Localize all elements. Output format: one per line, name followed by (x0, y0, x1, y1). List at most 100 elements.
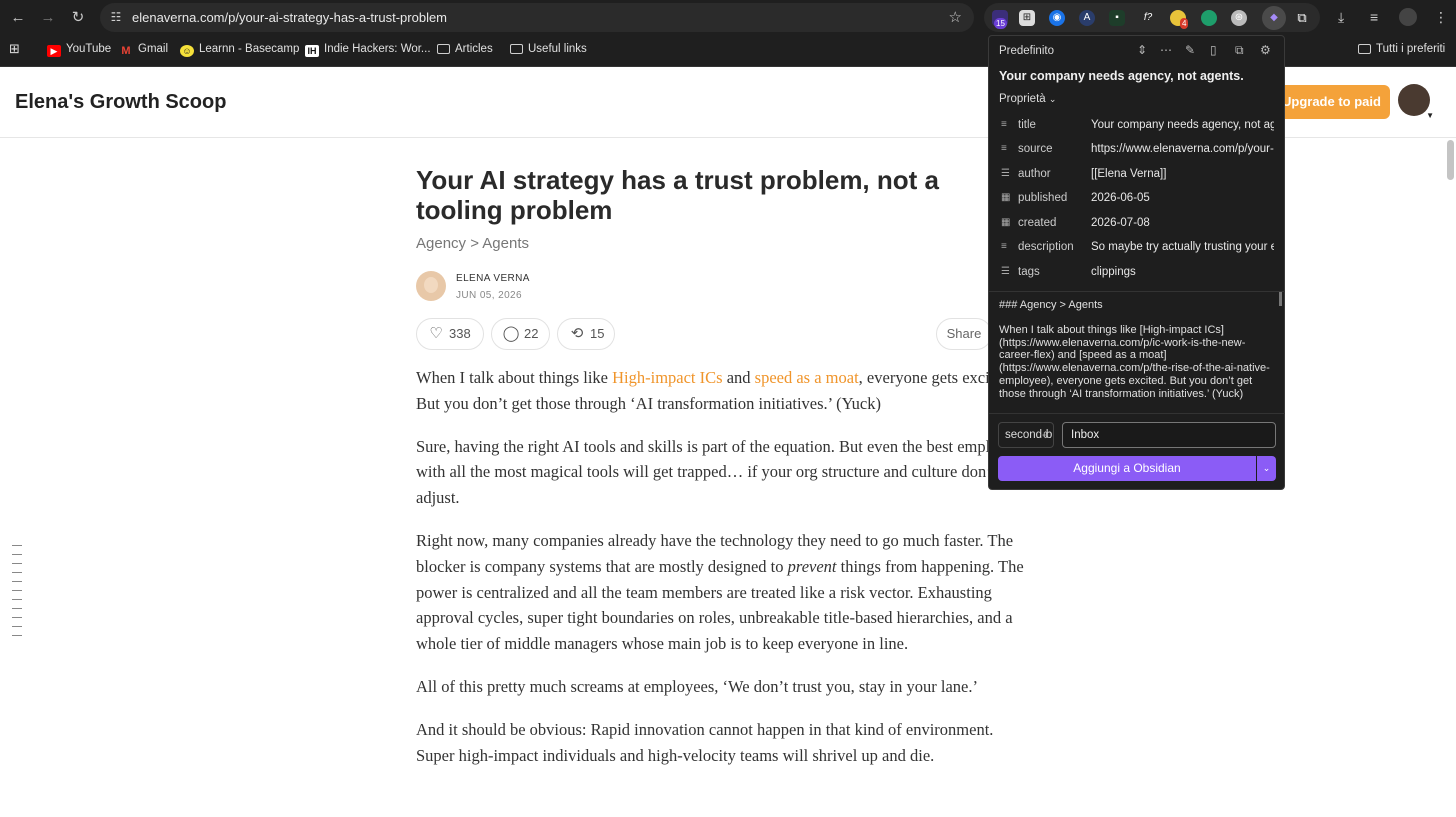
property-created[interactable]: ▦ created 2026-07-08 (999, 214, 1279, 234)
paragraph: And it should be obvious: Rapid innovati… (416, 719, 994, 765)
upgrade-button[interactable]: Upgrade to paid (1268, 85, 1390, 119)
bookmark-basecamp[interactable]: ☺ Learnn - Basecamp (180, 43, 299, 57)
bookmark-indiehackers[interactable]: IH Indie Hackers: Wor... (305, 43, 431, 57)
author-name[interactable]: ELENA VERNA (456, 273, 530, 284)
extension-badge: 4 (1180, 18, 1189, 29)
bookmark-youtube[interactable]: ▶ YouTube (47, 43, 111, 57)
note-content-editor[interactable]: ### Agency > Agents When I talk about th… (999, 299, 1271, 411)
extension-icon[interactable] (1201, 10, 1217, 26)
template-chevron-icon[interactable]: ⇕ (1137, 43, 1147, 57)
extensions-strip: 15 ⊞ ◉ A ▪ f? 4 ⊛ ◆ ⧉ (984, 3, 1320, 32)
profile-avatar[interactable] (1399, 8, 1417, 26)
back-icon[interactable]: ← (8, 8, 28, 28)
article-body: When I talk about things like High-impac… (416, 365, 1028, 785)
heart-icon: ♡ (429, 325, 443, 342)
highlighter-icon[interactable]: ✎ (1185, 43, 1195, 57)
bookmark-gmail[interactable]: M Gmail (119, 43, 168, 57)
more-options-icon[interactable]: ⋯ (1160, 43, 1172, 57)
paragraph: Sure, having the right AI tools and skil… (416, 436, 1028, 508)
browser-toolbar: ← → ↻ ☷ elenaverna.com/p/your-ai-strateg… (0, 0, 1456, 35)
site-settings-icon[interactable]: ☷ (108, 9, 124, 25)
property-tags[interactable]: ☰ tags clippings (999, 263, 1279, 283)
youtube-icon: ▶ (47, 45, 61, 57)
chevron-down-icon: ▼ (1426, 111, 1434, 120)
forward-icon[interactable]: → (38, 8, 58, 28)
reader-view-icon[interactable]: ▯ (1210, 43, 1217, 57)
bookmark-folder-articles[interactable]: Articles (437, 43, 493, 55)
extension-badge: 15 (994, 18, 1007, 29)
site-title[interactable]: Elena's Growth Scoop (15, 91, 226, 114)
author-avatar[interactable] (416, 271, 446, 301)
text-icon: ≡ (1001, 119, 1007, 130)
paragraph: All of this pretty much screams at emplo… (416, 676, 978, 696)
text-icon: ≡ (1001, 143, 1007, 154)
property-published[interactable]: ▦ published 2026-06-05 (999, 189, 1279, 209)
like-button[interactable]: ♡ 338 (416, 318, 484, 350)
extension-icon[interactable]: ▪ (1109, 10, 1125, 26)
folder-input[interactable] (1062, 422, 1276, 448)
comment-icon: ◯ (502, 325, 520, 342)
embed-icon[interactable]: ⧉ (1235, 43, 1244, 58)
apps-grid-icon[interactable]: ⊞ (9, 41, 20, 57)
folder-icon (437, 44, 450, 54)
property-author[interactable]: ☰ author [[Elena Verna]] (999, 165, 1279, 185)
download-icon[interactable]: ⤓ (1338, 9, 1344, 26)
share-button[interactable]: Share (936, 318, 992, 350)
chevron-updown-icon: ⇕ (1041, 430, 1049, 440)
folder-icon (1358, 44, 1371, 54)
extension-icon[interactable]: f? (1140, 10, 1156, 26)
publish-date: JUN 05, 2026 (456, 290, 522, 301)
article: Your AI strategy has a trust problem, no… (416, 165, 1031, 765)
add-to-obsidian-button[interactable]: Aggiungi a Obsidian (998, 456, 1256, 481)
extension-icon[interactable]: A (1079, 10, 1095, 26)
note-title[interactable]: Your company needs agency, not agents. (999, 69, 1244, 83)
table-of-contents-indicator[interactable] (12, 545, 22, 644)
text-icon: ≡ (1001, 241, 1007, 252)
obsidian-extension-icon[interactable]: ◆ (1262, 6, 1286, 30)
list-icon: ☰ (1001, 168, 1010, 179)
indiehackers-icon: IH (305, 45, 319, 57)
reading-list-icon[interactable]: ≡ (1370, 9, 1378, 25)
link-speed-as-a-moat[interactable]: speed as a moat (755, 368, 859, 387)
chevron-down-icon: ⌄ (1048, 94, 1057, 104)
menu-icon[interactable]: ⋮ (1434, 9, 1448, 26)
extension-icon[interactable]: ⊛ (1231, 10, 1247, 26)
add-options-chevron-icon[interactable]: ⌄ (1257, 456, 1276, 481)
extensions-puzzle-icon[interactable]: ⧉ (1294, 10, 1310, 26)
article-subtitle: Agency > Agents (416, 235, 529, 252)
obsidian-clipper-popup: Predefinito ⇕ ⋯ ✎ ▯ ⧉ ⚙ Your company nee… (988, 35, 1285, 490)
property-description[interactable]: ≡ description So maybe try actually trusti… (999, 238, 1279, 258)
gmail-icon: M (121, 45, 131, 57)
property-source[interactable]: ≡ source https://www.elenaverna.com/p/your… (999, 140, 1279, 160)
page-scrollbar[interactable] (1447, 140, 1454, 180)
reload-icon[interactable]: ↻ (68, 8, 88, 28)
property-title[interactable]: ≡titleYour company needs agency, not age… (999, 116, 1279, 136)
restack-button[interactable]: ⟲ 15 (557, 318, 615, 350)
basecamp-icon: ☺ (180, 45, 194, 57)
article-title: Your AI strategy has a trust problem, no… (416, 165, 939, 225)
vault-select[interactable]: second-brain⇕ (998, 422, 1054, 448)
list-icon: ☰ (1001, 266, 1010, 277)
restack-icon: ⟲ (570, 325, 584, 342)
bookmark-star-icon[interactable]: ☆ (949, 8, 962, 26)
paragraph: Right now, many companies already have t… (416, 530, 1024, 654)
link-high-impact-ics[interactable]: High-impact ICs (612, 368, 722, 387)
folder-icon (510, 44, 523, 54)
properties-toggle[interactable]: Proprietà ⌄ (999, 93, 1056, 105)
comment-button[interactable]: ◯ 22 (491, 318, 550, 350)
address-bar[interactable]: ☷ elenaverna.com/p/your-ai-strategy-has-… (100, 3, 974, 32)
template-selector[interactable]: Predefinito (999, 45, 1054, 57)
clipper-content-scrollbar[interactable] (1279, 292, 1282, 306)
settings-gear-icon[interactable]: ⚙ (1260, 43, 1271, 57)
divider (989, 291, 1285, 292)
extension-icon[interactable]: ⊞ (1019, 10, 1035, 26)
bookmark-folder-all[interactable]: Tutti i preferiti (1358, 43, 1445, 55)
paragraph: When I talk about things like High-impac… (416, 368, 1014, 413)
user-avatar[interactable]: ▼ (1398, 84, 1434, 120)
extension-icon[interactable]: ◉ (1049, 10, 1065, 26)
calendar-icon: ▦ (1001, 192, 1011, 203)
calendar-icon: ▦ (1001, 217, 1011, 228)
divider (989, 413, 1285, 414)
url-text[interactable]: elenaverna.com/p/your-ai-strategy-has-a-… (132, 10, 447, 25)
bookmark-folder-useful-links[interactable]: Useful links (510, 43, 587, 55)
